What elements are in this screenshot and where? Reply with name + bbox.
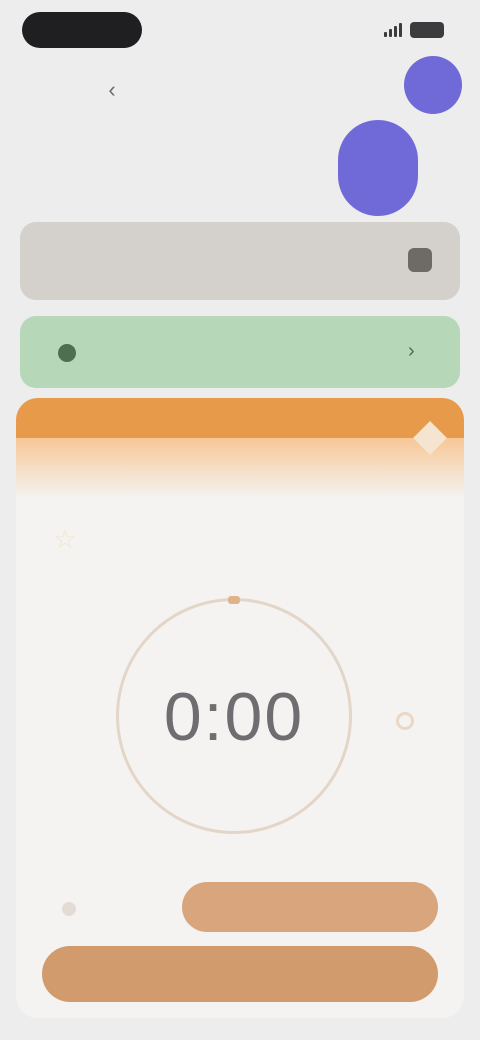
status-dot-icon — [58, 344, 76, 362]
status-bar — [0, 0, 480, 60]
floating-action-button-large[interactable] — [338, 120, 418, 216]
chevron-left-icon[interactable]: ‹ — [96, 74, 128, 106]
star-icon[interactable]: ☆ — [50, 524, 80, 554]
timer-tabs — [34, 462, 446, 492]
session-label — [132, 522, 352, 558]
chevron-right-icon: › — [408, 340, 415, 362]
status-card[interactable]: › — [20, 316, 460, 388]
status-time — [22, 12, 142, 48]
info-card[interactable] — [20, 222, 460, 300]
secondary-indicator — [62, 902, 76, 916]
timer-display: 0:00 — [163, 679, 305, 755]
app-screen: ‹ › ☆ 0:00 — [0, 0, 480, 1040]
timer-panel-header — [16, 398, 464, 438]
status-icons — [384, 22, 444, 38]
signal-icon — [384, 23, 402, 37]
floating-action-button-small[interactable] — [404, 56, 462, 114]
timer-side-indicator[interactable] — [396, 712, 414, 730]
timer-ring-marker — [228, 596, 240, 604]
start-button[interactable] — [42, 946, 438, 1002]
timer-panel: ☆ 0:00 — [16, 398, 464, 1018]
info-card-icon — [408, 248, 432, 272]
battery-icon — [410, 22, 444, 38]
secondary-button[interactable] — [182, 882, 438, 932]
